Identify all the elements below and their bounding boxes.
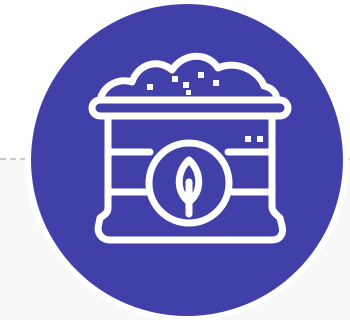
organic-soil-sack-icon	[25, 0, 349, 320]
